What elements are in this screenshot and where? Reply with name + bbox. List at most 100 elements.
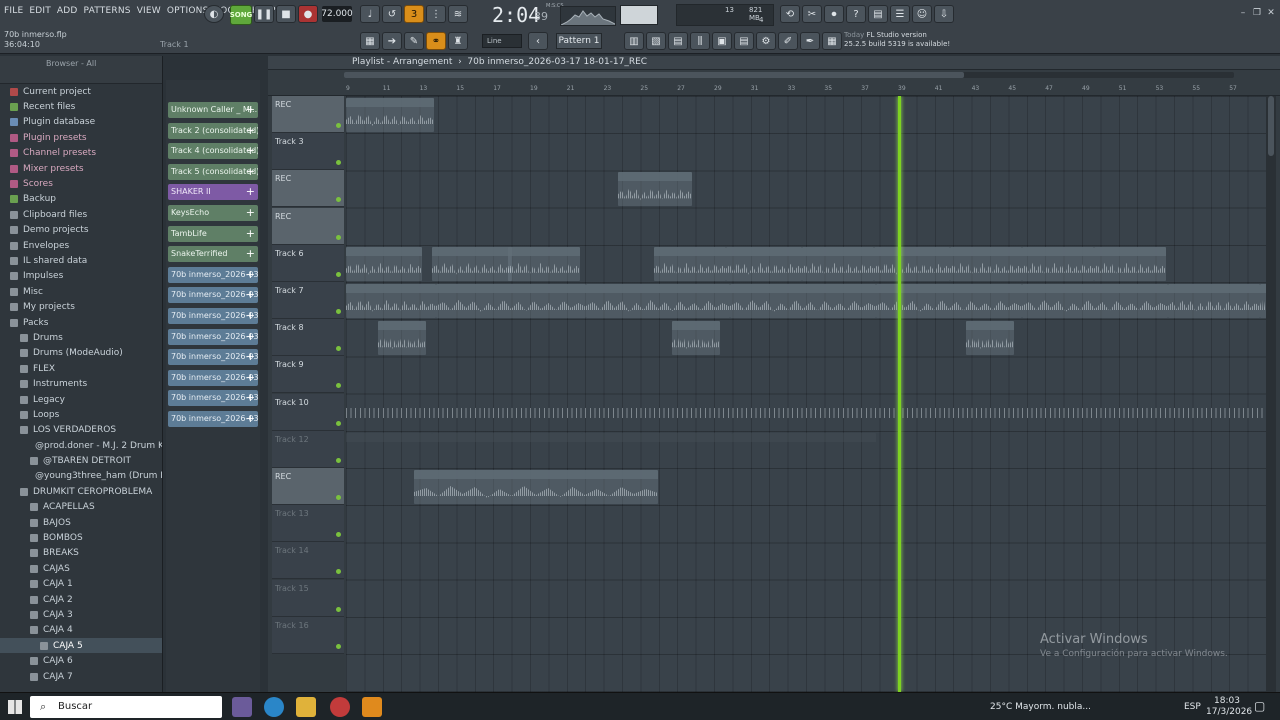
piano-roll-icon[interactable]: ▧ (646, 32, 666, 50)
playlist-clip[interactable]: Track 4 (c...solidated) (1022, 246, 1094, 281)
download-icon[interactable]: ⇩ (934, 5, 954, 23)
track-active-led[interactable] (336, 160, 341, 166)
menu-options[interactable]: OPTIONS (167, 6, 209, 16)
track-active-led[interactable] (336, 271, 341, 277)
snap-select[interactable]: Line (482, 34, 522, 48)
browser-item[interactable]: Instruments (0, 376, 162, 391)
mic-icon[interactable]: ⏺ (824, 5, 844, 23)
pause-button[interactable]: ❚❚ (254, 5, 274, 23)
playlist-clip[interactable]: Pattern 1 (582, 432, 732, 467)
mixer-view-icon[interactable]: ⫼ (690, 32, 710, 50)
song-mode-button[interactable]: SONG (230, 5, 252, 25)
browser-item[interactable]: @TBAREN DETROIT (0, 453, 162, 468)
playlist-clip[interactable]: Ke...ho (966, 321, 1014, 356)
step-edit-icon[interactable]: ⋮ (426, 5, 446, 23)
plus-icon[interactable]: + (246, 267, 255, 283)
fl-studio-icon[interactable] (362, 697, 382, 717)
edge-icon[interactable] (264, 697, 284, 717)
playhead[interactable] (898, 96, 901, 692)
record-button[interactable]: ● (298, 5, 318, 23)
browser-item[interactable]: Demo projects (0, 223, 162, 238)
channel-clip[interactable]: 70b inmerso_2026-03-1...+ (168, 411, 258, 427)
browser-item[interactable]: CAJA 2 (0, 592, 162, 607)
channel-clip[interactable]: Track 5 (consolidated) + (168, 163, 258, 180)
mixer-icon[interactable]: ☰ (890, 5, 910, 23)
browser-item[interactable]: ACAPELLAS (0, 500, 162, 515)
plus-icon[interactable]: + (246, 329, 255, 345)
track-header[interactable]: Track 16 (272, 616, 344, 654)
blend-notes-icon[interactable]: ≋ (448, 5, 468, 23)
browser-item[interactable]: IL shared data (0, 253, 162, 268)
playlist-clip[interactable]: Track 5 (consolidated) (1168, 284, 1260, 318)
news-icon[interactable]: ▦ (822, 32, 842, 50)
track-active-led[interactable] (336, 532, 341, 538)
playlist-clip[interactable]: Track 4 (c...solidated) (654, 246, 726, 281)
plus-icon[interactable]: + (246, 246, 255, 262)
browser-item[interactable]: My projects (0, 299, 162, 314)
channel-clip[interactable]: 70b inmerso_2026-03-1...+ (168, 369, 258, 386)
channel-clip[interactable]: SHAKER II + (168, 184, 258, 201)
channel-clip[interactable]: 70b inmerso_2026-03-1...+ (168, 328, 258, 345)
plus-icon[interactable]: + (246, 370, 255, 386)
playlist-clip[interactable]: 70b inmerso_2026-03-17 18-01-17_REC (618, 172, 692, 207)
track-header[interactable]: REC (272, 96, 344, 133)
channel-rack-icon[interactable]: ▤ (668, 32, 688, 50)
news-panel[interactable]: Today FL Studio version 25.2.5 build 531… (844, 31, 950, 49)
track-header[interactable]: Track 15 (272, 579, 344, 617)
language-indicator[interactable]: ESP (1184, 702, 1201, 712)
undo-icon[interactable]: ⟲ (780, 5, 800, 23)
browser-item[interactable]: CAJA 7 (0, 669, 162, 684)
track-header[interactable]: REC (272, 468, 344, 505)
menu-patterns[interactable]: PATTERNS (84, 6, 131, 16)
track-active-led[interactable] (336, 643, 341, 649)
playlist-clip[interactable]: Ke...ho (378, 321, 426, 356)
browser-item[interactable]: Impulses (0, 269, 162, 284)
notification-icon[interactable]: ▢ (1254, 699, 1265, 713)
browser-item[interactable]: Mixer presets (0, 161, 162, 176)
help-icon[interactable]: ? (846, 5, 866, 23)
browser-icon[interactable]: ▣ (712, 32, 732, 50)
channel-clip[interactable]: Unknown Caller _ Mi... + (168, 102, 258, 118)
playlist-clip[interactable]: 70b inmerso...55-03_REC (346, 98, 434, 132)
plus-icon[interactable]: + (246, 205, 255, 221)
browser-item[interactable]: Legacy (0, 392, 162, 407)
plus-icon[interactable]: + (246, 164, 255, 180)
channel-clip[interactable]: TambLife + (168, 225, 258, 242)
plugin-icon[interactable]: ▤ (734, 32, 754, 50)
browser-item[interactable]: CAJA 6 (0, 653, 162, 668)
channel-clip[interactable]: 70b inmerso_2026-03-1...+ (168, 390, 258, 407)
menu-edit[interactable]: EDIT (29, 6, 51, 16)
playlist-clip[interactable]: Pattern 1 (732, 432, 876, 467)
track-header[interactable]: Track 10 (272, 393, 344, 431)
stamp-icon[interactable]: ♜ (448, 32, 468, 50)
chat-icon[interactable]: ☺ (912, 5, 932, 23)
menu-view[interactable]: VIEW (137, 6, 161, 16)
close-icon[interactable]: ✕ (1266, 8, 1276, 18)
plus-icon[interactable]: + (246, 184, 255, 200)
brush-tool-icon[interactable]: ✒ (800, 32, 820, 50)
tools-icon[interactable]: ⚙ (756, 32, 776, 50)
playlist-clip[interactable]: Track 4 (c...solidated) (508, 246, 580, 281)
cut-icon[interactable]: ✂ (802, 5, 822, 23)
track-active-led[interactable] (336, 383, 341, 389)
track-header[interactable]: Track 13 (272, 505, 344, 543)
browser-item[interactable]: Envelopes (0, 238, 162, 253)
arrangement-grid[interactable]: 70b inmerso...55-03_REC 70b inmerso_2026-… (346, 96, 1266, 692)
channel-clip[interactable]: 70b inmerso_2026-03-1...+ (168, 266, 258, 283)
track-active-led[interactable] (336, 606, 341, 612)
browser-item[interactable]: CAJA 1 (0, 577, 162, 592)
track-header[interactable]: Track 14 (272, 542, 344, 580)
plus-icon[interactable]: + (246, 226, 255, 242)
browser-item[interactable]: CAJA 4 (0, 623, 162, 638)
track-active-led[interactable] (336, 197, 341, 203)
channel-clip[interactable]: Track 2 (consolidated) + (168, 122, 258, 139)
browser-item[interactable]: DRUMKIT CEROPROBLEMA (0, 484, 162, 499)
brush-icon[interactable]: ✎ (404, 32, 424, 50)
browser-item[interactable]: Drums (0, 330, 162, 345)
plus-icon[interactable]: + (246, 411, 255, 427)
playlist-window-icon[interactable]: ▦ (360, 32, 380, 50)
browser-item[interactable]: CAJAS (0, 561, 162, 576)
browser-item[interactable]: Plugin database (0, 115, 162, 130)
plus-icon[interactable]: + (246, 390, 255, 406)
playlist-clip[interactable]: Pattern 1 (346, 432, 432, 467)
